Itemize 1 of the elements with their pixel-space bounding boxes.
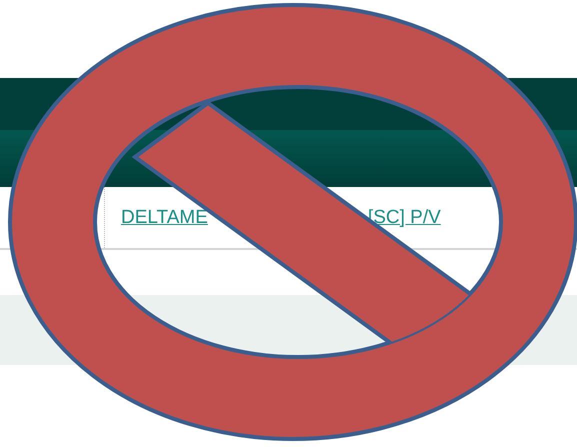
product-link[interactable]: DELTAME bbox=[121, 206, 208, 228]
